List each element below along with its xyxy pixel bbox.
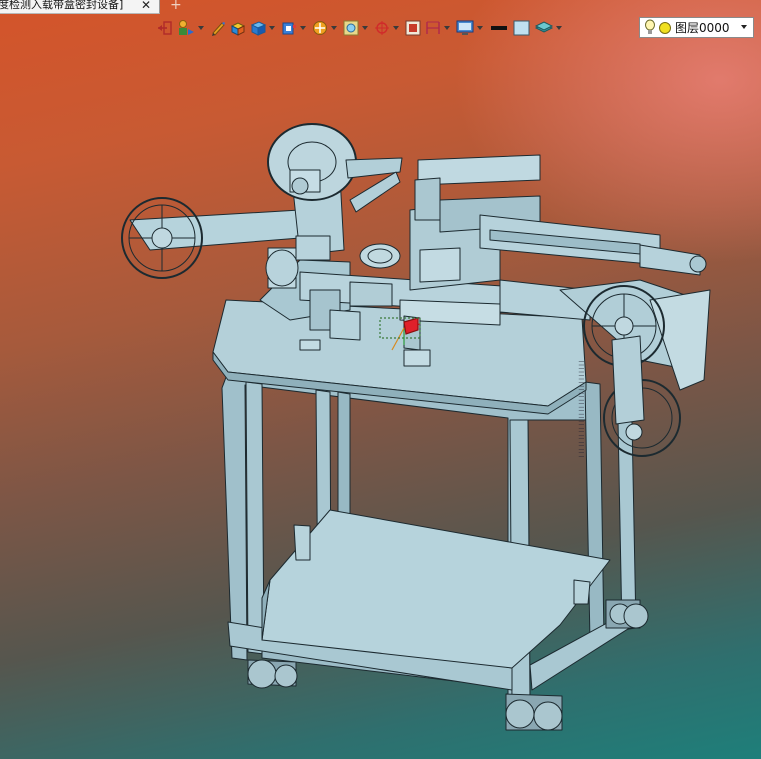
chevron-down-icon: [741, 25, 747, 29]
sketch-pen-button[interactable]: [209, 18, 227, 38]
section-icon: [313, 21, 327, 35]
view-orientation-button[interactable]: [280, 18, 309, 38]
monitor-icon: [456, 20, 474, 35]
render-part-button[interactable]: [229, 18, 247, 38]
chevron-down-icon: [362, 26, 368, 30]
chevron-down-icon: [269, 26, 275, 30]
user-coordinate-button[interactable]: [176, 18, 207, 38]
cad-viewport[interactable]: |||||||||||||||||||||||||||| 度检测入载带盒密封设备…: [0, 0, 761, 759]
snap-point-button[interactable]: [373, 18, 402, 38]
lightbulb-icon[interactable]: [643, 19, 657, 37]
measure-icon: [426, 21, 440, 34]
fill-color-icon: [513, 20, 530, 36]
document-tab-title: 度检测入载带盒密封设备]: [0, 0, 124, 11]
chevron-down-icon: [477, 26, 483, 30]
layers-icon: [534, 21, 554, 33]
current-layer-name: 图层0000: [675, 21, 730, 35]
line-color-icon: [491, 26, 507, 30]
chevron-down-icon: [556, 26, 562, 30]
zoom-view-button[interactable]: [342, 18, 371, 38]
layer-manager-button[interactable]: [534, 18, 565, 38]
new-tab-button[interactable]: +: [170, 0, 182, 13]
solid-box-icon: [250, 21, 267, 36]
line-color-button[interactable]: [488, 18, 510, 38]
part-render-icon: [230, 22, 246, 36]
model-side-annotation: ||||||||||||||||||||||||||||: [578, 360, 584, 459]
view-toolbar: [156, 17, 567, 39]
layer-color-icon: [659, 21, 671, 34]
pen-icon: [212, 22, 225, 36]
section-view-button[interactable]: [311, 18, 340, 38]
grid-toggle-button[interactable]: [404, 18, 422, 38]
chevron-down-icon: [393, 26, 399, 30]
close-icon[interactable]: ✕: [138, 0, 154, 11]
zoom-icon: [343, 20, 359, 36]
display-style-button[interactable]: [249, 18, 278, 38]
layer-dropdown[interactable]: 图层0000: [639, 17, 754, 38]
measure-tool-button[interactable]: [424, 18, 453, 38]
document-tab[interactable]: 度检测入载带盒密封设备] ✕: [0, 0, 160, 14]
grid-icon: [405, 20, 421, 36]
document-tabbar: 度检测入载带盒密封设备] ✕ +: [0, 0, 200, 14]
user-coordinate-icon: [179, 20, 194, 35]
chevron-down-icon: [331, 26, 337, 30]
snap-icon: [375, 21, 389, 35]
chevron-down-icon: [198, 26, 204, 30]
chevron-down-icon: [444, 26, 450, 30]
exit-icon: [158, 21, 172, 35]
fill-color-button[interactable]: [512, 18, 532, 38]
exit-sketch-button[interactable]: [156, 18, 174, 38]
chevron-down-icon: [300, 26, 306, 30]
screen-capture-button[interactable]: [455, 18, 486, 38]
view-cube-icon: [282, 22, 296, 35]
machine-3d-model[interactable]: [0, 0, 761, 759]
